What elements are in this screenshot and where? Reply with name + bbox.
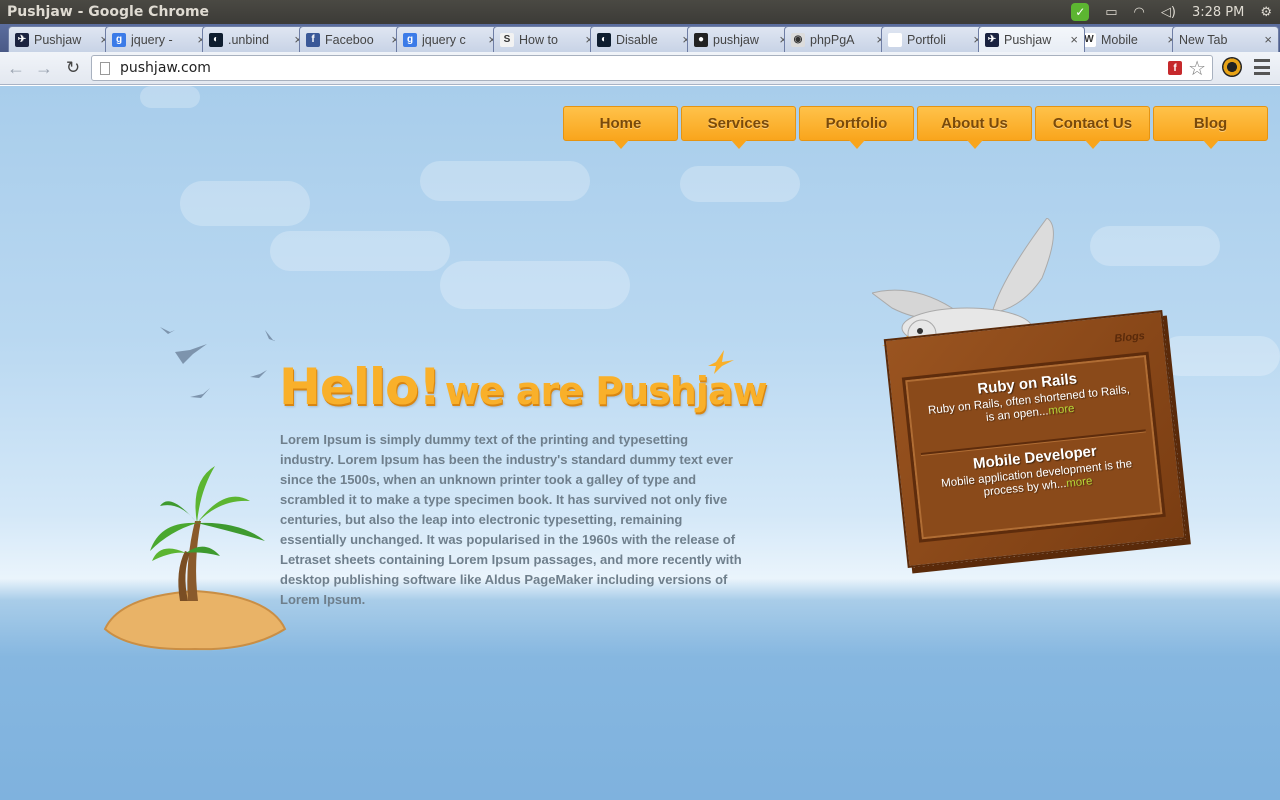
- tab-label: Pushjaw: [34, 32, 82, 47]
- cloud: [1160, 336, 1280, 376]
- facebook-icon: f: [306, 32, 320, 47]
- clock[interactable]: 3:28 PM: [1184, 0, 1252, 24]
- browser-toolbar: ← → ↻ pushjaw.com f ☆: [0, 52, 1280, 85]
- more-link[interactable]: more: [1066, 475, 1093, 490]
- update-check-icon[interactable]: ✓: [1063, 0, 1097, 24]
- nav-item-contact-us[interactable]: Contact Us: [1035, 106, 1150, 149]
- google-icon: g: [112, 32, 126, 47]
- browser-tab[interactable]: ✈Pushjaw×: [8, 26, 115, 52]
- tab-label: jquery c: [422, 32, 466, 47]
- hero-title-hello: Hello!: [279, 358, 441, 416]
- browser-tab[interactable]: SHow to×: [493, 26, 600, 52]
- tab-label: pushjaw: [713, 32, 759, 47]
- hero-paragraph: Lorem Ipsum is simply dummy text of the …: [280, 432, 742, 607]
- cloud: [140, 86, 200, 108]
- tab-label: jquery -: [131, 32, 173, 47]
- wifi-icon[interactable]: ◠: [1126, 0, 1153, 24]
- browser-tab[interactable]: gjquery c×: [396, 26, 503, 52]
- extension-icon[interactable]: [1222, 57, 1242, 77]
- system-tray: ✓ ▭ ◠ ◁) 3:28 PM ⚙: [1063, 0, 1280, 24]
- web-page: Home Services Portfolio About Us Contact Us B…: [0, 86, 1280, 800]
- chrome-menu-icon[interactable]: [1254, 59, 1270, 75]
- blog-post[interactable]: Ruby on Rails Ruby on Rails, often short…: [906, 363, 1151, 433]
- blog-signboard: Blogs Ruby on Rails Ruby on Rails, often…: [883, 309, 1187, 569]
- browser-tab[interactable]: ◐.unbind×: [202, 26, 309, 52]
- volume-icon[interactable]: ◁): [1153, 0, 1184, 24]
- postgres-icon: ◉: [791, 32, 805, 47]
- cloud: [180, 181, 310, 226]
- browser-tab[interactable]: Portfoli×: [881, 26, 988, 52]
- stackoverflow-icon: S: [500, 32, 514, 47]
- nav-item-blog[interactable]: Blog: [1153, 106, 1268, 149]
- close-tab-icon[interactable]: ×: [1264, 32, 1272, 47]
- tab-label: How to: [519, 32, 558, 47]
- browser-tab[interactable]: ✈ Pushjaw ×: [978, 26, 1085, 52]
- browser-tab[interactable]: WMobile×: [1075, 26, 1182, 52]
- jquery-icon: ◐: [597, 32, 611, 47]
- tab-label: Pushjaw: [1004, 32, 1052, 47]
- nav-item-home[interactable]: Home: [563, 106, 678, 149]
- cloud: [420, 161, 590, 201]
- browser-tab[interactable]: ◉phpPgA×: [784, 26, 891, 52]
- hero-title-pushjaw: we are Pushjaw: [444, 369, 768, 413]
- reload-icon[interactable]: ↻: [63, 58, 83, 78]
- page-icon: [888, 32, 902, 47]
- tab-strip: ✈Pushjaw×gjquery -×◐.unbind×fFaceboo×gjq…: [0, 24, 1280, 52]
- flash-blocked-icon[interactable]: f: [1168, 61, 1182, 75]
- browser-tab[interactable]: ●pushjaw×: [687, 26, 794, 52]
- tab-label: Mobile: [1101, 32, 1138, 47]
- more-link[interactable]: more: [1048, 403, 1075, 418]
- window-title: Pushjaw - Google Chrome: [7, 4, 210, 20]
- tab-label: New Tab: [1179, 32, 1228, 47]
- cloud: [1090, 226, 1220, 266]
- gear-icon[interactable]: ⚙: [1252, 0, 1280, 24]
- pushjaw-icon: ✈: [985, 32, 999, 47]
- browser-tab[interactable]: ◐Disable×: [590, 26, 697, 52]
- page-icon: [100, 61, 110, 75]
- hero-title: Hello! we are Pushjaw: [279, 358, 768, 416]
- nav-item-about-us[interactable]: About Us: [917, 106, 1032, 149]
- signboard-panel: Ruby on Rails Ruby on Rails, often short…: [901, 351, 1166, 543]
- github-icon: ●: [694, 32, 708, 47]
- site-nav: Home Services Portfolio About Us Contact Us B…: [563, 106, 1271, 149]
- address-bar[interactable]: pushjaw.com f ☆: [91, 55, 1213, 81]
- tab-label: Faceboo: [325, 32, 374, 47]
- jquery-icon: ◐: [209, 32, 223, 47]
- url-text[interactable]: pushjaw.com: [120, 60, 211, 76]
- cloud: [680, 166, 800, 202]
- back-arrow-icon[interactable]: ←: [6, 58, 26, 78]
- tab-label: phpPgA: [810, 32, 855, 47]
- blog-post[interactable]: Mobile Developer Mobile application deve…: [914, 437, 1159, 507]
- cloud: [270, 231, 450, 271]
- tab-label: Portfoli: [907, 32, 946, 47]
- palm-island-illustration: [103, 466, 287, 651]
- browser-tab[interactable]: fFaceboo×: [299, 26, 406, 52]
- google-icon: g: [403, 32, 417, 47]
- cloud: [440, 261, 630, 309]
- nav-item-services[interactable]: Services: [681, 106, 796, 149]
- pushjaw-icon: ✈: [15, 32, 29, 47]
- tab-label: .unbind: [228, 32, 270, 47]
- close-tab-icon[interactable]: ×: [1070, 32, 1078, 47]
- birds-illustration: [160, 327, 275, 398]
- browser-tab[interactable]: New Tab ×: [1172, 26, 1279, 52]
- forward-arrow-icon[interactable]: →: [34, 58, 54, 78]
- tab-label: Disable: [616, 32, 658, 47]
- os-top-bar: Pushjaw - Google Chrome ✓ ▭ ◠ ◁) 3:28 PM…: [0, 0, 1280, 24]
- bookmark-star-icon[interactable]: ☆: [1188, 56, 1206, 81]
- browser-tab[interactable]: gjquery -×: [105, 26, 212, 52]
- nav-item-portfolio[interactable]: Portfolio: [799, 106, 914, 149]
- battery-icon[interactable]: ▭: [1097, 0, 1125, 24]
